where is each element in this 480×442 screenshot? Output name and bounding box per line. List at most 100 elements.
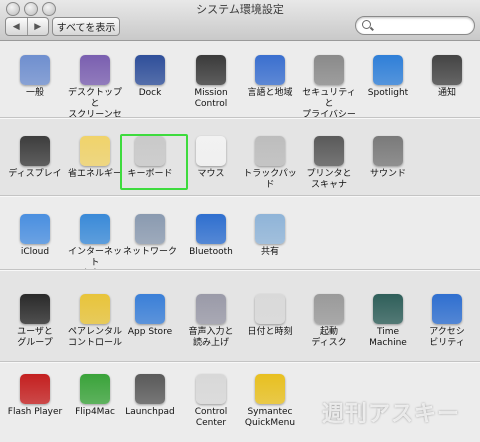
pref-pane-label: アクセシ ビリティ [429, 327, 465, 348]
time-machine-icon [373, 294, 403, 324]
printer-icon [314, 136, 344, 166]
pref-pane-launchpad[interactable]: Launchpad [120, 374, 180, 418]
pref-pane-notifications[interactable]: 通知 [417, 55, 477, 99]
network-icon [135, 214, 165, 244]
pref-pane-label: 共有 [260, 247, 279, 257]
pref-pane-users[interactable]: ユーザと グループ [5, 294, 65, 349]
pref-pane-label: ユーザと グループ [17, 327, 53, 348]
pref-pane-label: 言語と地域 [247, 88, 293, 98]
logicool-icon [196, 374, 226, 404]
pref-pane-label: Dock [138, 88, 162, 98]
pref-pane-language[interactable]: 言語と地域 [240, 55, 300, 99]
pref-pane-label: ディスプレイ [8, 169, 62, 179]
pref-pane-label: プリンタと スキャナ [306, 169, 352, 190]
row-divider [0, 269, 480, 271]
row-divider [0, 117, 480, 119]
pref-pane-display[interactable]: ディスプレイ [5, 136, 65, 180]
pref-pane-symantec[interactable]: Symantec QuickMenu [240, 374, 300, 429]
accessibility-icon [432, 294, 462, 324]
energy-icon [80, 136, 110, 166]
navigation-buttons: ◀ ▶ [5, 17, 49, 36]
pref-pane-date-time[interactable]: 日付と時刻 [240, 294, 300, 338]
flash-player-icon [20, 374, 50, 404]
pref-pane-printer[interactable]: プリンタと スキャナ [299, 136, 359, 191]
notifications-icon [432, 55, 462, 85]
pref-pane-label: Launchpad [125, 407, 175, 417]
internet-accounts-icon [80, 214, 110, 244]
pref-pane-flash-player[interactable]: Flash Player [5, 374, 65, 418]
pref-pane-label: Control Center [194, 407, 228, 428]
pref-pane-label: 日付と時刻 [247, 327, 293, 337]
security-icon [314, 55, 344, 85]
pref-pane-parental-controls[interactable]: ペアレンタル コントロール [65, 294, 125, 349]
display-icon [20, 136, 50, 166]
show-all-button[interactable]: すべてを表示 [52, 17, 120, 36]
pref-pane-accessibility[interactable]: アクセシ ビリティ [417, 294, 477, 349]
pref-pane-startup-disk[interactable]: 起動 ディスク [299, 294, 359, 349]
row-divider [0, 361, 480, 363]
launchpad-icon [135, 374, 165, 404]
pref-pane-label: Time Machine [369, 327, 407, 348]
language-icon [255, 55, 285, 85]
watermark: 週刊アスキー [322, 402, 461, 427]
pref-pane-label: Symantec QuickMenu [244, 407, 296, 428]
pref-pane-label: Bluetooth [189, 247, 233, 257]
general-icon [20, 55, 50, 85]
pref-pane-general[interactable]: 一般 [5, 55, 65, 99]
pref-pane-network[interactable]: ネットワーク [120, 214, 180, 258]
app-store-icon [135, 294, 165, 324]
pref-pane-label: ネットワーク [122, 247, 177, 257]
pref-pane-energy[interactable]: 省エネルギー [65, 136, 125, 180]
parental-controls-icon [80, 294, 110, 324]
pref-pane-dictation[interactable]: 音声入力と 読み上げ [181, 294, 241, 349]
pref-pane-label: 音声入力と 読み上げ [188, 327, 234, 348]
pref-pane-label: Mission Control [194, 88, 228, 109]
back-button[interactable]: ◀ [6, 18, 28, 35]
dictation-icon [196, 294, 226, 324]
pref-pane-logicool[interactable]: Control Center [181, 374, 241, 429]
pref-pane-label: App Store [127, 327, 173, 337]
pref-pane-label: Spotlight [367, 88, 409, 98]
date-time-icon [255, 294, 285, 324]
startup-disk-icon [314, 294, 344, 324]
pref-pane-label: Flash Player [7, 407, 63, 417]
pref-pane-security[interactable]: セキュリティと プライバシー [299, 55, 359, 121]
dock-icon [135, 55, 165, 85]
system-preferences-window: システム環境設定 ◀ ▶ すべてを表示 一般デスクトップと スクリーンセーバDo… [0, 0, 480, 442]
pref-pane-flip4mac[interactable]: Flip4Mac [65, 374, 125, 418]
pref-pane-label: 一般 [25, 88, 44, 98]
pref-pane-label: マウス [197, 169, 225, 179]
flip4mac-icon [80, 374, 110, 404]
pref-pane-sharing[interactable]: 共有 [240, 214, 300, 258]
title-bar: システム環境設定 ◀ ▶ すべてを表示 [0, 0, 480, 41]
pref-pane-spotlight[interactable]: Spotlight [358, 55, 418, 99]
pref-pane-app-store[interactable]: App Store [120, 294, 180, 338]
forward-button[interactable]: ▶ [28, 18, 49, 35]
pref-pane-label: iCloud [20, 247, 50, 257]
sound-icon [373, 136, 403, 166]
selection-highlight [120, 134, 188, 190]
trackpad-icon [255, 136, 285, 166]
mission-control-icon [196, 55, 226, 85]
search-field[interactable] [355, 16, 475, 35]
pref-pane-mouse[interactable]: マウス [181, 136, 241, 180]
window-title: システム環境設定 [196, 3, 284, 16]
pref-pane-dock[interactable]: Dock [120, 55, 180, 99]
pref-pane-label: サウンド [369, 169, 406, 179]
row-divider [0, 195, 480, 197]
symantec-icon [255, 374, 285, 404]
pref-pane-sound[interactable]: サウンド [358, 136, 418, 180]
pref-pane-bluetooth[interactable]: Bluetooth [181, 214, 241, 258]
pref-pane-trackpad[interactable]: トラックパッド [240, 136, 300, 191]
bluetooth-icon [196, 214, 226, 244]
pref-pane-mission-control[interactable]: Mission Control [181, 55, 241, 110]
users-icon [20, 294, 50, 324]
sharing-icon [255, 214, 285, 244]
pref-pane-icloud[interactable]: iCloud [5, 214, 65, 258]
pref-pane-label: 通知 [437, 88, 456, 98]
mouse-icon [196, 136, 226, 166]
pref-pane-label: トラックパッド [243, 169, 297, 190]
pref-pane-label: 起動 ディスク [311, 327, 347, 348]
pref-pane-time-machine[interactable]: Time Machine [358, 294, 418, 349]
pref-pane-label: 省エネルギー [67, 169, 122, 179]
